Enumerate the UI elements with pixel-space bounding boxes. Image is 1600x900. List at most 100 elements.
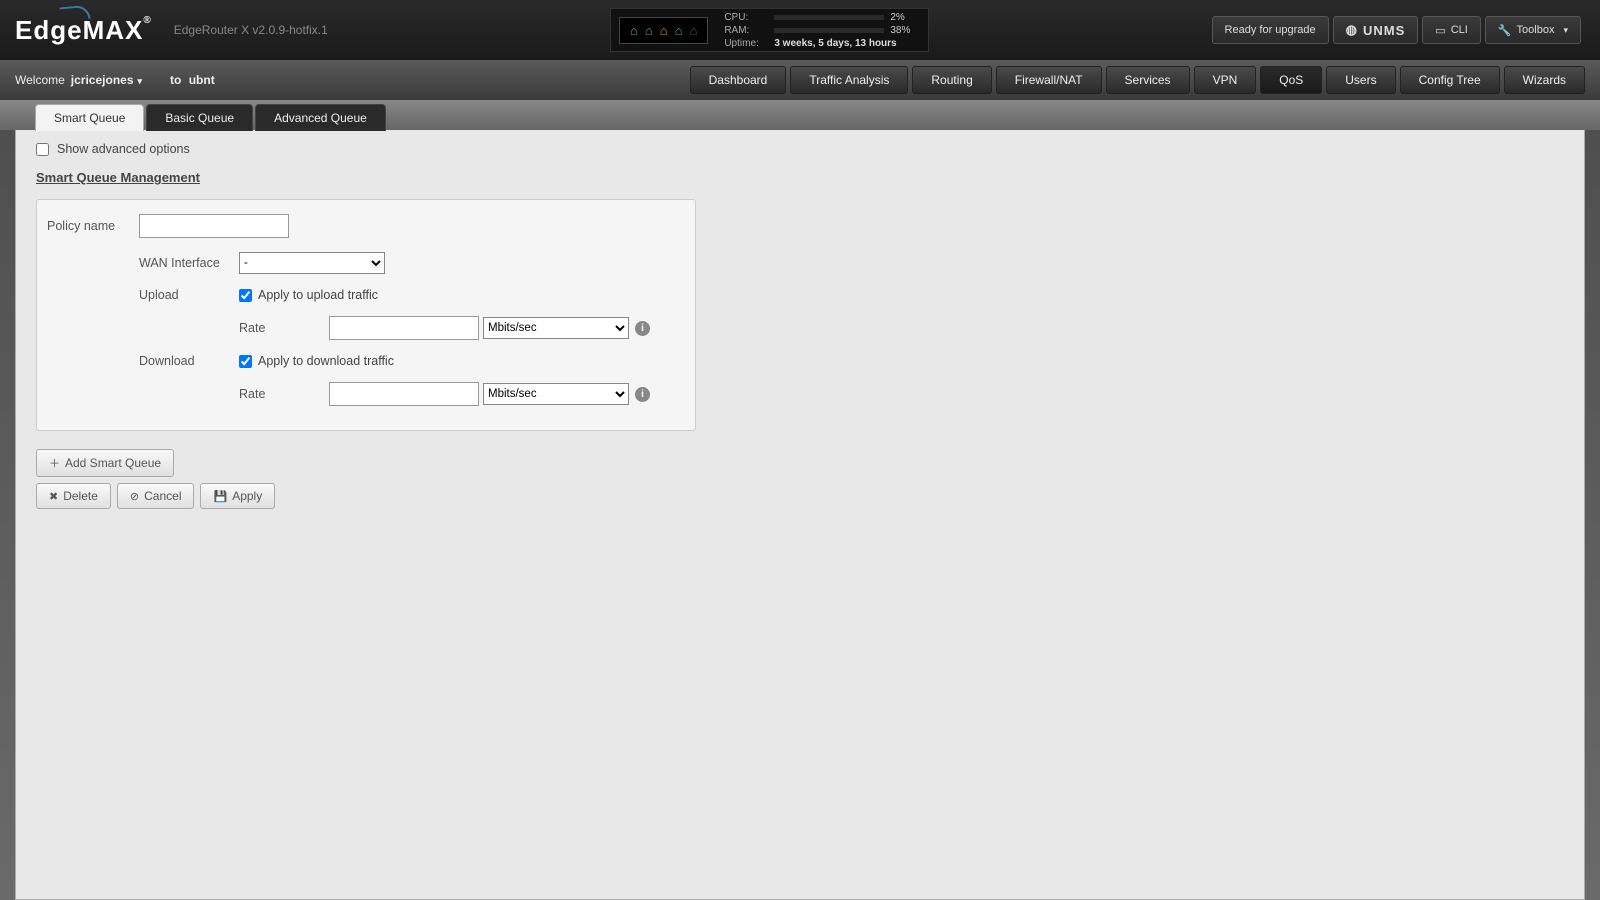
ram-value: 38% (890, 25, 920, 36)
brand-logo: EdgeMAX® (15, 15, 152, 46)
download-row: Download Apply to download traffic (139, 354, 685, 368)
wan-interface-select[interactable]: - (239, 252, 385, 274)
form-buttons: ＋ Add Smart Queue ✖ Delete ⊘ Cancel 💾 Ap… (36, 449, 1564, 509)
show-advanced-label: Show advanced options (57, 142, 190, 156)
plus-icon: ＋ (49, 455, 60, 471)
nav-qos[interactable]: QoS (1260, 66, 1322, 94)
nav-config-tree[interactable]: Config Tree (1400, 66, 1500, 94)
nav-traffic-analysis[interactable]: Traffic Analysis (790, 66, 908, 94)
nav-services[interactable]: Services (1106, 66, 1190, 94)
system-meters: CPU: 2% RAM: 38% Uptime: 3 weeks, 5 days… (724, 12, 920, 49)
main-nav-tabs: Dashboard Traffic Analysis Routing Firew… (690, 66, 1585, 94)
apply-upload-label: Apply to upload traffic (258, 288, 378, 302)
ram-meter: RAM: 38% (724, 25, 920, 36)
toolbox-label: Toolbox (1517, 24, 1555, 36)
uptime-row: Uptime: 3 weeks, 5 days, 13 hours (724, 38, 920, 49)
ready-upgrade-button[interactable]: Ready for upgrade (1212, 16, 1329, 44)
wan-interface-label: WAN Interface (139, 256, 239, 270)
nav-firewall-nat[interactable]: Firewall/NAT (996, 66, 1102, 94)
apply-label: Apply (232, 489, 262, 503)
add-smart-queue-button[interactable]: ＋ Add Smart Queue (36, 449, 174, 477)
delete-label: Delete (63, 489, 98, 503)
content-area: Show advanced options Smart Queue Manage… (15, 130, 1585, 900)
action-row: ✖ Delete ⊘ Cancel 💾 Apply (36, 483, 275, 509)
port-icon: ⌂ (645, 24, 653, 37)
apply-upload-wrap: Apply to upload traffic (239, 288, 378, 302)
subtab-smart-queue[interactable]: Smart Queue (35, 104, 144, 131)
unms-button[interactable]: ◍ UNMS (1333, 16, 1419, 44)
delete-icon: ✖ (49, 490, 58, 503)
download-rate-input[interactable] (329, 382, 479, 406)
logo-arc-icon (59, 4, 90, 21)
save-icon: 💾 (213, 490, 227, 503)
cancel-label: Cancel (144, 489, 181, 503)
port-icon: ⌂ (689, 24, 697, 37)
section-title: Smart Queue Management (36, 170, 1564, 185)
download-label: Download (139, 354, 239, 368)
upload-rate-row: Rate Mbits/sec i (239, 316, 685, 340)
uptime-label: Uptime: (724, 38, 768, 49)
cpu-value: 2% (890, 12, 920, 23)
upload-rate-label: Rate (239, 321, 329, 335)
ram-label: RAM: (724, 25, 768, 36)
advanced-options-row: Show advanced options (36, 142, 1564, 156)
welcome-to: to ubnt (170, 73, 215, 87)
port-icon: ⌂ (675, 24, 683, 37)
product-name: EdgeRouter X v2.0.9-hotfix.1 (174, 23, 328, 37)
uptime-value: 3 weeks, 5 days, 13 hours (774, 38, 896, 49)
download-rate-label: Rate (239, 387, 329, 401)
subtab-strip: Smart Queue Basic Queue Advanced Queue (0, 100, 1600, 130)
welcome-prefix: Welcome (15, 73, 65, 87)
unms-icon: ◍ (1346, 22, 1358, 38)
wan-interface-row: WAN Interface - (139, 252, 685, 274)
nav-wizards[interactable]: Wizards (1504, 66, 1585, 94)
logo-text: EdgeMAX® (15, 15, 152, 46)
download-rate-unit-select[interactable]: Mbits/sec (483, 383, 629, 405)
apply-button[interactable]: 💾 Apply (200, 483, 275, 509)
cpu-label: CPU: (724, 12, 768, 23)
nav-routing[interactable]: Routing (912, 66, 991, 94)
top-header: EdgeMAX® EdgeRouter X v2.0.9-hotfix.1 ⌂ … (0, 0, 1600, 60)
unms-label: UNMS (1363, 23, 1405, 38)
welcome-user-dropdown[interactable]: jcricejones (71, 73, 142, 87)
cli-icon: ▭ (1435, 24, 1445, 37)
cli-button[interactable]: ▭ CLI (1422, 16, 1481, 44)
subtab-basic-queue[interactable]: Basic Queue (146, 104, 253, 131)
info-icon[interactable]: i (635, 387, 650, 402)
policy-name-row: Policy name (47, 214, 685, 238)
cpu-meter: CPU: 2% (724, 12, 920, 23)
nav-dashboard[interactable]: Dashboard (690, 66, 787, 94)
info-icon[interactable]: i (635, 321, 650, 336)
nav-users[interactable]: Users (1326, 66, 1395, 94)
port-status-box: ⌂ ⌂ ⌂ ⌂ ⌂ (619, 17, 708, 44)
status-panel: ⌂ ⌂ ⌂ ⌂ ⌂ CPU: 2% RAM: 38% Uptime: 3 wee… (610, 8, 929, 52)
ram-bar (774, 28, 884, 33)
port-icon: ⌂ (660, 24, 668, 37)
policy-name-label: Policy name (47, 219, 139, 233)
show-advanced-checkbox[interactable] (36, 143, 49, 156)
apply-download-label: Apply to download traffic (258, 354, 394, 368)
upload-rate-input[interactable] (329, 316, 479, 340)
policy-name-input[interactable] (139, 214, 289, 238)
upgrade-label: Ready for upgrade (1225, 24, 1316, 36)
smart-queue-form: Policy name WAN Interface - Upload Apply… (36, 199, 696, 431)
header-actions: Ready for upgrade ◍ UNMS ▭ CLI 🔧 Toolbox (1212, 16, 1581, 44)
delete-button[interactable]: ✖ Delete (36, 483, 111, 509)
apply-download-checkbox[interactable] (239, 355, 252, 368)
download-rate-row: Rate Mbits/sec i (239, 382, 685, 406)
cpu-bar (774, 15, 884, 20)
upload-label: Upload (139, 288, 239, 302)
toolbox-button[interactable]: 🔧 Toolbox (1485, 16, 1581, 44)
nav-vpn[interactable]: VPN (1194, 66, 1257, 94)
cli-label: CLI (1451, 24, 1468, 36)
apply-upload-checkbox[interactable] (239, 289, 252, 302)
welcome-block: Welcome jcricejones to ubnt (15, 73, 215, 87)
apply-download-wrap: Apply to download traffic (239, 354, 394, 368)
subtab-advanced-queue[interactable]: Advanced Queue (255, 104, 386, 131)
port-icon: ⌂ (630, 24, 638, 37)
nav-row: Welcome jcricejones to ubnt Dashboard Tr… (0, 60, 1600, 100)
add-smart-queue-label: Add Smart Queue (65, 456, 161, 470)
cancel-button[interactable]: ⊘ Cancel (117, 483, 195, 509)
upload-row: Upload Apply to upload traffic (139, 288, 685, 302)
upload-rate-unit-select[interactable]: Mbits/sec (483, 317, 629, 339)
